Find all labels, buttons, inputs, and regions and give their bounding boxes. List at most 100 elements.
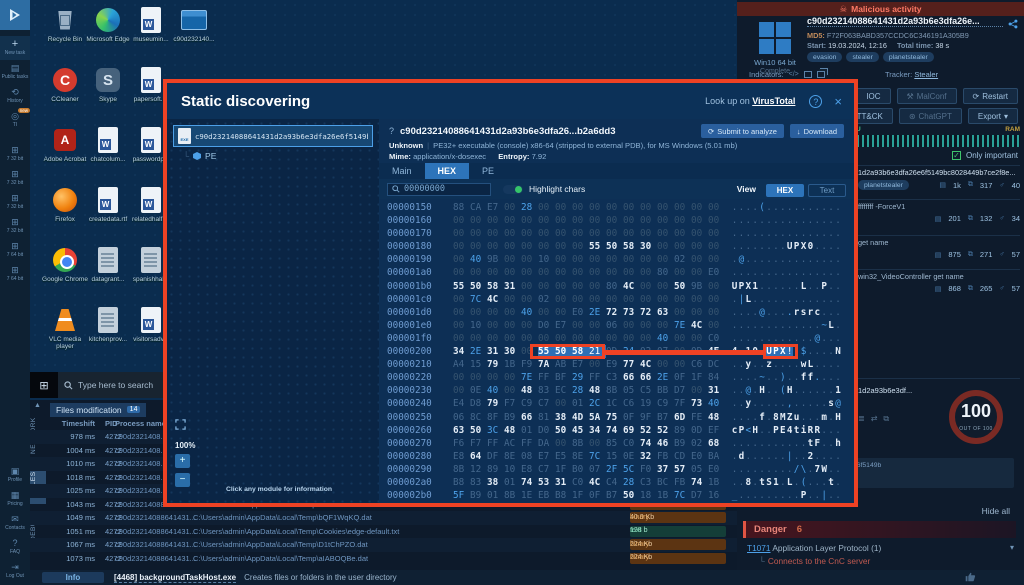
danger-section-header[interactable]: Danger 6	[743, 521, 1016, 538]
sidebar-item-7-64-bit[interactable]: ⊞7 64 bit	[0, 262, 30, 286]
hex-byte: 00	[623, 214, 640, 227]
desktop-icon-vlc-media-player[interactable]: VLC media player	[42, 306, 88, 351]
hex-byte: 40	[487, 384, 504, 397]
zoom-out-button[interactable]: −	[175, 473, 190, 487]
process-row[interactable]: win32_VideoController get name▤868⧉265♂5…	[858, 269, 1020, 293]
desktop-icon-recycle-bin[interactable]: Recycle Bin	[42, 6, 88, 43]
connections-icon[interactable]: ⇄	[871, 414, 878, 424]
hex-dump[interactable]: 0000015088CAE700280000000000000000000000…	[379, 201, 854, 503]
desktop-icon-createdata-rtf[interactable]: createdata.rtf	[85, 186, 131, 223]
file-row[interactable]: 1051 ms4272c90d23214088641431...C:\Users…	[30, 525, 737, 539]
sidebar-item-7-64-bit[interactable]: ⊞7 64 bit	[0, 238, 30, 262]
chevron-down-icon[interactable]: ▾	[1010, 543, 1014, 552]
help-icon[interactable]: ?	[809, 95, 822, 108]
hex-offset: 00000190	[387, 253, 432, 266]
share-icon[interactable]	[1008, 16, 1018, 34]
desktop-icon-datagrant[interactable]: datagrant...	[85, 246, 131, 283]
thumbs-up-icon[interactable]	[964, 571, 976, 585]
desktop-icon-ccleaner[interactable]: CCCleaner	[42, 66, 88, 103]
sample-hash-link[interactable]: c90d23214088641431d2a93b6e3dfa26e...	[807, 16, 1003, 27]
desktop-icon-google-chrome[interactable]: Google Chrome	[42, 246, 88, 283]
selected-process-name[interactable]: 1d2a93b6e3df...	[858, 386, 964, 395]
anyrun-logo-icon[interactable]	[0, 0, 30, 30]
desktop-icon-microsoft-edge[interactable]: Microsoft Edge	[85, 6, 131, 43]
sidebar-item-faq[interactable]: ?FAQ	[0, 535, 30, 559]
close-icon[interactable]: ×	[834, 94, 842, 109]
checkbox-checked-icon[interactable]: ✓	[952, 151, 961, 160]
sidebar-item-new-task[interactable]: +New task	[0, 36, 30, 60]
tracker-link[interactable]: Stealer	[914, 70, 938, 79]
tab-pe[interactable]: PE	[469, 163, 507, 179]
code-icon[interactable]: </>	[789, 71, 799, 78]
tree-item-pe[interactable]: └ PE	[183, 151, 216, 161]
fullscreen-icon[interactable]	[175, 419, 215, 433]
sidebar-item-7-32-bit[interactable]: ⊞7 32 bit	[0, 214, 30, 238]
submit-to-analyze-button[interactable]: ⟳ Submit to analyze	[701, 124, 784, 138]
sidebar-item-history[interactable]: ⟲History	[0, 84, 30, 108]
dump-icon[interactable]: ⧉	[883, 414, 889, 424]
desktop-icon-chatcolum[interactable]: chatcolum...	[85, 126, 131, 163]
sidebar-item-contacts[interactable]: ✉Contacts	[0, 511, 30, 535]
chatgpt-button[interactable]: ⊛ChatGPT	[899, 108, 962, 124]
printer-icon[interactable]	[804, 71, 812, 78]
desktop-icon-kitchenprov[interactable]: kitchenprov...	[85, 306, 131, 343]
desktop-icon-skype[interactable]: SSkype	[85, 66, 131, 103]
technique-id-link[interactable]: T1071	[747, 543, 771, 553]
virustotal-link[interactable]: VirusTotal	[752, 96, 795, 106]
vlc-icon	[51, 306, 79, 334]
sidebar-item-log-out[interactable]: ⇥Log Out	[0, 559, 30, 583]
view-text-button[interactable]: Text	[808, 184, 846, 197]
tree-item-sample-file[interactable]: c90d23214088641431d2a93b6e3dfa26e6f5149b…	[173, 125, 373, 147]
hex-byte: 00	[640, 201, 657, 214]
restart-button[interactable]: ⟳Restart	[963, 88, 1019, 104]
hex-byte: FF	[538, 371, 555, 384]
file-row-path: C:\Users\admin\AppData\Local\Temp\D1tChP…	[193, 538, 463, 552]
file-row[interactable]: 1049 ms4272c90d23214088641431...C:\Users…	[30, 511, 737, 525]
hide-all-link[interactable]: Hide all	[982, 506, 1010, 516]
hex-byte: 50	[606, 240, 623, 253]
process-row[interactable]: get name▤875⧉271♂57	[858, 235, 1020, 259]
desktop-icon-c90d232140[interactable]: c90d232140...	[171, 6, 217, 43]
desktop-icon-firefox[interactable]: Firefox	[42, 186, 88, 223]
collapse-arrow-icon[interactable]: ▲	[34, 402, 41, 409]
hex-byte: B8	[453, 476, 470, 489]
file-row[interactable]: 1067 ms4272c90d23214088641431...C:\Users…	[30, 538, 737, 552]
sidebar-item-ti[interactable]: ◎newTI	[0, 108, 30, 132]
view-hex-button[interactable]: HEX	[766, 184, 804, 197]
export-button[interactable]: Export▾	[968, 108, 1018, 124]
sidebar-item-7-32-bit[interactable]: ⊞7 32 bit	[0, 166, 30, 190]
sidebar-item-7-32-bit[interactable]: ⊞7 32 bit	[0, 190, 30, 214]
sidebar-item-public-tasks[interactable]: ▤Public tasks	[0, 60, 30, 84]
zoom-in-button[interactable]: +	[175, 454, 190, 468]
tag-evasion[interactable]: evasion	[807, 52, 842, 62]
hex-byte: 31	[555, 476, 572, 489]
sidebar-item-pricing[interactable]: ▦Pricing	[0, 487, 30, 511]
hex-byte: C0	[708, 332, 725, 345]
ascii-char: .	[835, 280, 842, 293]
tag-stealer[interactable]: stealer	[846, 52, 878, 62]
sidebar-item-7-32-bit[interactable]: ⊞7 32 bit	[0, 142, 30, 166]
profile-icon: ▣	[0, 466, 30, 476]
files-modification-tab[interactable]: Files modification 14	[50, 403, 146, 417]
desktop-icon-adobe-acrobat[interactable]: AAdobe Acrobat	[42, 126, 88, 163]
tab-hex[interactable]: HEX	[425, 163, 470, 179]
tab-main[interactable]: Main	[379, 163, 425, 179]
status-process-link[interactable]: [4468] backgroundTaskHost.exe	[114, 573, 236, 583]
file-row[interactable]: 1073 ms4272c90d23214088641431...C:\Users…	[30, 552, 737, 566]
copy-icon[interactable]	[817, 71, 825, 78]
modules-icon[interactable]: ≣	[858, 414, 865, 424]
highlight-chars-toggle[interactable]	[503, 185, 523, 194]
download-button[interactable]: ↓ Download	[790, 124, 844, 138]
tag-planetstealer[interactable]: planetstealer	[883, 52, 934, 62]
malconf-button[interactable]: ⚒MalConf	[897, 88, 957, 104]
offset-search-input[interactable]: 00000000	[387, 183, 491, 196]
button-label: MalConf	[917, 92, 947, 101]
ioc-button[interactable]: IOC	[856, 88, 890, 104]
info-button[interactable]: Info	[42, 572, 104, 583]
desktop-icon-museumin[interactable]: museumin...	[128, 6, 174, 43]
sidebar-item-profile[interactable]: ▣Profile	[0, 463, 30, 487]
process-row[interactable]: 1d2a93b6e3dfa26e6f5149bc8028449b7ce2f8e.…	[858, 165, 1020, 190]
ram-label: RAM	[1005, 126, 1020, 133]
windows-start-button[interactable]: ⊞	[30, 372, 58, 398]
process-row[interactable]: ffffffff -ForceV1▤201⧉132♂34	[858, 199, 1020, 223]
